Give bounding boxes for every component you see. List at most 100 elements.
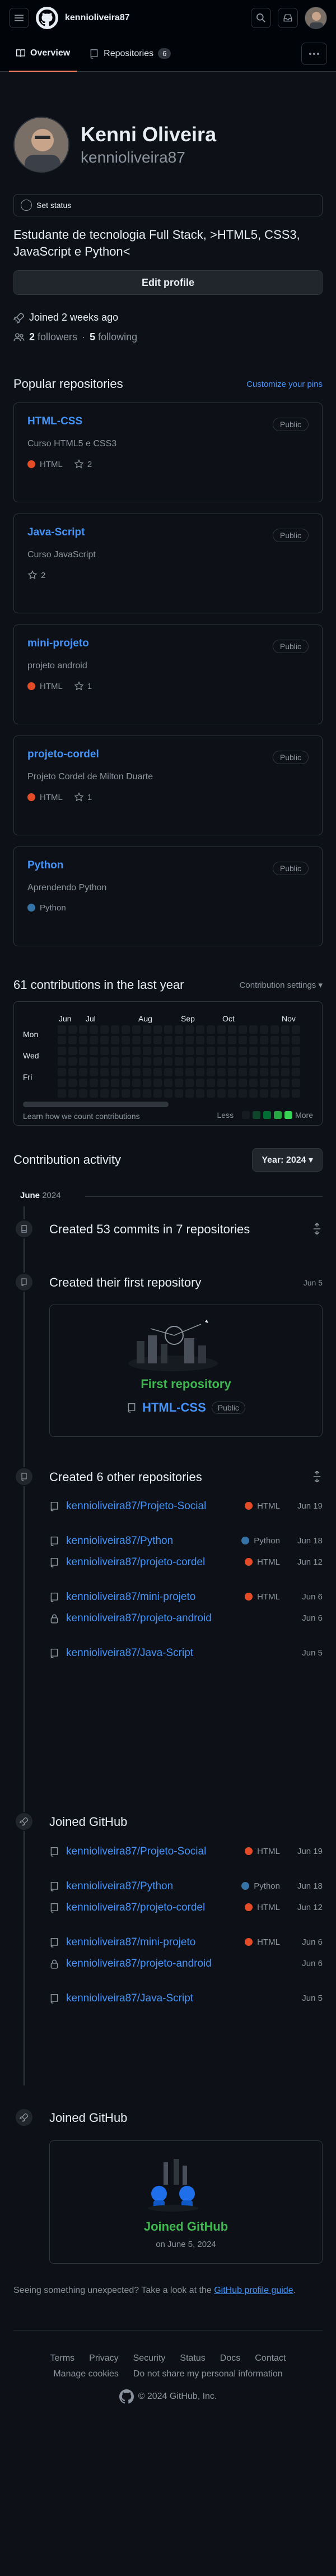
contribution-cell[interactable] (111, 1025, 119, 1034)
contribution-cell[interactable] (58, 1036, 66, 1044)
contribution-cell[interactable] (185, 1036, 194, 1044)
contribution-cell[interactable] (100, 1047, 109, 1055)
contribution-cell[interactable] (90, 1057, 98, 1066)
commits-title[interactable]: Created 53 commits in 7 repositories (49, 1222, 250, 1237)
contribution-cell[interactable] (217, 1089, 226, 1098)
contribution-cell[interactable] (185, 1047, 194, 1055)
contribution-cell[interactable] (122, 1036, 130, 1044)
footer-link[interactable]: Manage cookies (53, 2366, 119, 2382)
contribution-cell[interactable] (132, 1089, 141, 1098)
contribution-cell[interactable] (111, 1036, 119, 1044)
contribution-cell[interactable] (58, 1057, 66, 1066)
contribution-cell[interactable] (143, 1025, 151, 1034)
contribution-cell[interactable] (132, 1068, 141, 1076)
contribution-cell[interactable] (228, 1036, 236, 1044)
more-button[interactable] (301, 42, 327, 65)
contribution-cell[interactable] (122, 1089, 130, 1098)
contribution-cell[interactable] (196, 1047, 204, 1055)
contribution-cell[interactable] (239, 1089, 247, 1098)
contribution-cell[interactable] (143, 1047, 151, 1055)
contribution-cell[interactable] (58, 1089, 66, 1098)
contribution-cell[interactable] (153, 1025, 162, 1034)
expand-commits-icon[interactable] (311, 1222, 323, 1236)
contribution-cell[interactable] (207, 1036, 215, 1044)
github-logo-icon[interactable] (119, 2389, 134, 2404)
contribution-cell[interactable] (164, 1025, 172, 1034)
contribution-cell[interactable] (281, 1068, 290, 1076)
contribution-cell[interactable] (164, 1036, 172, 1044)
contribution-cell[interactable] (292, 1025, 300, 1034)
contribution-cell[interactable] (111, 1057, 119, 1066)
contribution-cell[interactable] (281, 1036, 290, 1044)
contribution-cell[interactable] (58, 1079, 66, 1087)
contribution-cell[interactable] (175, 1089, 183, 1098)
footer-link[interactable]: Contact (255, 2351, 286, 2366)
contribution-cell[interactable] (239, 1057, 247, 1066)
contribution-cell[interactable] (153, 1079, 162, 1087)
contribution-cell[interactable] (153, 1089, 162, 1098)
contribution-cell[interactable] (79, 1057, 87, 1066)
contribution-cell[interactable] (90, 1036, 98, 1044)
contribution-cell[interactable] (122, 1057, 130, 1066)
contribution-cell[interactable] (292, 1068, 300, 1076)
repo-name-link[interactable]: mini-projeto (27, 637, 89, 649)
activity-repo-link[interactable]: kennioliveira87/projeto-cordel (66, 1900, 234, 1915)
contribution-cell[interactable] (111, 1089, 119, 1098)
contribution-cell[interactable] (249, 1057, 258, 1066)
contribution-cell[interactable] (79, 1036, 87, 1044)
contribution-cell[interactable] (217, 1047, 226, 1055)
contribution-cell[interactable] (143, 1057, 151, 1066)
contribution-cell[interactable] (111, 1047, 119, 1055)
contribution-cell[interactable] (207, 1079, 215, 1087)
header-username[interactable]: kennioliveira87 (65, 13, 244, 23)
contribution-cell[interactable] (217, 1057, 226, 1066)
contribution-cell[interactable] (228, 1068, 236, 1076)
contribution-cell[interactable] (270, 1036, 279, 1044)
contribution-cell[interactable] (249, 1036, 258, 1044)
contribution-cell[interactable] (58, 1047, 66, 1055)
contribution-cell[interactable] (164, 1047, 172, 1055)
repo-name-link[interactable]: Python (27, 859, 63, 871)
contribution-cell[interactable] (270, 1047, 279, 1055)
contribution-cell[interactable] (175, 1057, 183, 1066)
contribution-cell[interactable] (68, 1079, 77, 1087)
contribution-cell[interactable] (260, 1047, 268, 1055)
contribution-cell[interactable] (185, 1057, 194, 1066)
contribution-cell[interactable] (79, 1068, 87, 1076)
followers-link[interactable]: 2 followers (29, 331, 77, 343)
graph-scrollbar[interactable] (23, 1102, 169, 1107)
contribution-cell[interactable] (270, 1057, 279, 1066)
contribution-cell[interactable] (249, 1089, 258, 1098)
activity-repo-link[interactable]: kennioliveira87/Python (66, 1534, 234, 1548)
activity-repo-link[interactable]: kennioliveira87/projeto-cordel (66, 1555, 234, 1570)
contribution-cell[interactable] (100, 1025, 109, 1034)
contribution-cell[interactable] (164, 1057, 172, 1066)
contribution-cell[interactable] (79, 1025, 87, 1034)
contribution-cell[interactable] (122, 1068, 130, 1076)
footer-link[interactable]: Docs (220, 2351, 240, 2366)
contribution-cell[interactable] (260, 1079, 268, 1087)
contribution-cell[interactable] (207, 1089, 215, 1098)
contribution-cell[interactable] (260, 1068, 268, 1076)
contribution-cell[interactable] (292, 1079, 300, 1087)
tab-repositories[interactable]: Repositories 6 (82, 36, 178, 72)
contribution-cell[interactable] (68, 1036, 77, 1044)
contribution-cell[interactable] (90, 1089, 98, 1098)
inbox-button[interactable] (278, 8, 298, 28)
contribution-cell[interactable] (292, 1089, 300, 1098)
year-select[interactable]: Year: 2024 ▾ (252, 1148, 323, 1172)
contribution-cell[interactable] (175, 1047, 183, 1055)
footer-link[interactable]: Do not share my personal information (133, 2366, 283, 2382)
contribution-cell[interactable] (143, 1079, 151, 1087)
contribution-cell[interactable] (260, 1057, 268, 1066)
contribution-cell[interactable] (153, 1047, 162, 1055)
following-link[interactable]: 5 following (90, 331, 137, 343)
contribution-cell[interactable] (239, 1068, 247, 1076)
expand-repos-icon[interactable] (311, 1470, 323, 1484)
contribution-cell[interactable] (270, 1068, 279, 1076)
contribution-cell[interactable] (249, 1025, 258, 1034)
contribution-cell[interactable] (111, 1079, 119, 1087)
contribution-cell[interactable] (196, 1079, 204, 1087)
activity-repo-link[interactable]: kennioliveira87/projeto-android (66, 1611, 234, 1626)
contribution-cell[interactable] (228, 1025, 236, 1034)
